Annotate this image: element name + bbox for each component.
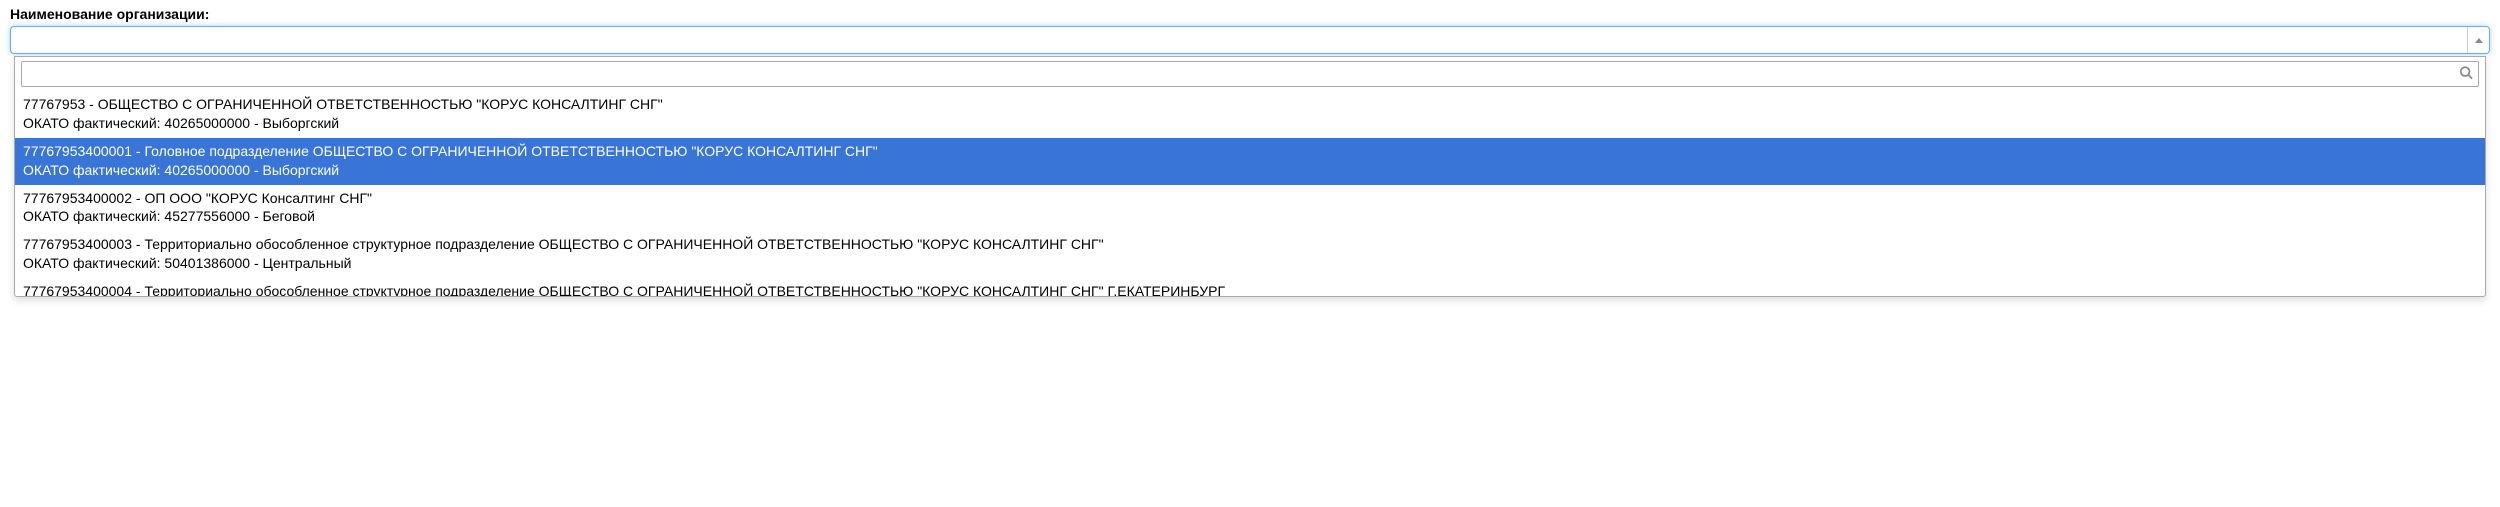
dropdown-panel: 77767953 - ОБЩЕСТВО С ОГРАНИЧЕННОЙ ОТВЕТ… bbox=[14, 56, 2486, 297]
option-line2: ОКАТО фактический: 50401386000 - Централ… bbox=[23, 254, 2477, 273]
option-line2: ОКАТО фактический: 40265000000 - Выборгс… bbox=[23, 161, 2477, 180]
chevron-up-icon bbox=[2475, 38, 2483, 43]
dropdown-toggle[interactable] bbox=[2467, 27, 2489, 53]
option-line2: ОКАТО фактический: 40265000000 - Выборгс… bbox=[23, 114, 2477, 133]
option-line2: ОКАТО фактический: 45277556000 - Беговой bbox=[23, 207, 2477, 226]
search-row bbox=[15, 57, 2485, 91]
option-line1: 77767953400003 - Территориально обособле… bbox=[23, 235, 2477, 254]
options-list: 77767953 - ОБЩЕСТВО С ОГРАНИЧЕННОЙ ОТВЕТ… bbox=[15, 91, 2485, 296]
field-label: Наименование организации: bbox=[10, 6, 2490, 22]
option-line1: 77767953400004 - Территориально обособле… bbox=[23, 282, 2477, 296]
option-line1: 77767953 - ОБЩЕСТВО С ОГРАНИЧЕННОЙ ОТВЕТ… bbox=[23, 95, 2477, 114]
option-line1: 77767953400002 - ОП ООО "КОРУС Консалтин… bbox=[23, 189, 2477, 208]
org-select-wrapper: 77767953 - ОБЩЕСТВО С ОГРАНИЧЕННОЙ ОТВЕТ… bbox=[10, 26, 2490, 54]
option-item[interactable]: 77767953 - ОБЩЕСТВО С ОГРАНИЧЕННОЙ ОТВЕТ… bbox=[15, 91, 2485, 138]
option-item[interactable]: 77767953400003 - Территориально обособле… bbox=[15, 231, 2485, 278]
option-item[interactable]: 77767953400002 - ОП ООО "КОРУС Консалтин… bbox=[15, 185, 2485, 232]
option-line1: 77767953400001 - Головное подразделение … bbox=[23, 142, 2477, 161]
option-item[interactable]: 77767953400004 - Территориально обособле… bbox=[15, 278, 2485, 296]
option-item[interactable]: 77767953400001 - Головное подразделение … bbox=[15, 138, 2485, 185]
org-select[interactable] bbox=[10, 26, 2490, 54]
search-input[interactable] bbox=[21, 61, 2479, 87]
